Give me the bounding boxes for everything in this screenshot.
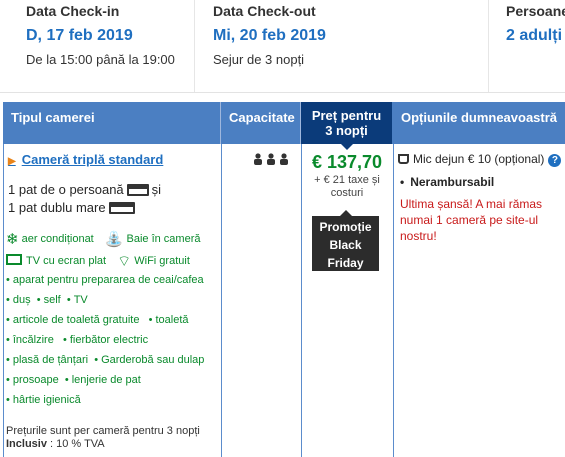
amenity-item: toaletă [155,314,189,326]
amenity-item: încălzire [12,334,54,346]
header-capacity-label: Capacitate [229,110,295,125]
guests-value[interactable]: 2 adulți [506,27,565,45]
price-note: Prețurile sunt per cameră pentru 3 nopți… [6,425,200,451]
refund-policy: • Nerambursabil [400,175,495,189]
snowflake-icon: ❄ [6,231,19,248]
guests-block: Persoane 2 adulți [506,0,565,45]
bed-single-label: 1 pat de o persoană [8,182,124,197]
room-name-link[interactable]: ▶ Cameră triplă standard [8,152,163,167]
amenity-item: hârtie igienică [12,394,81,406]
vat-value: : 10 % TVA [46,438,105,450]
amenity-item: TV [73,294,88,306]
price-tax: + € 21 taxe și costuri [303,174,391,200]
help-icon[interactable]: ? [548,154,562,167]
column-divider [221,144,222,457]
bed-icon [108,202,135,214]
promo-line3: Friday [327,256,364,270]
amenity-item: prosoape [12,374,59,386]
amenity-row: • aparat pentru prepararea de ceai/cafea [6,274,204,286]
checkout-label: Data Check-out [213,3,316,19]
bed-icon [126,184,149,196]
promo-notch [339,210,352,216]
tv-icon [6,254,22,265]
checkin-date[interactable]: D, 17 feb 2019 [26,27,175,45]
vat-label: Inclusiv [6,438,47,450]
wifi-icon: ⌔ [117,253,132,270]
facility-tv: TV cu ecran plat [26,255,107,267]
header-price-line1: Preț pentru [311,108,382,123]
column-divider [393,144,394,457]
checkout-date[interactable]: Mi, 20 feb 2019 [213,27,326,45]
price-note-text: Prețurile sunt per cameră pentru 3 nopți [6,425,200,437]
facility-row: ❄ aer condiționat ⛲ Baie în cameră [6,230,200,248]
divider [488,0,489,92]
amenity-row: • prosoape • lenjerie de pat [6,374,141,386]
booking-summary: Data Check-in D, 17 feb 2019 De la 15:00… [0,0,565,93]
three-persons-icon [254,153,288,165]
header-room-type-label: Tipul camerei [11,110,95,125]
checkout-block: Data Check-out Mi, 20 feb 2019 Sejur de … [213,0,326,67]
header-room-type: Tipul camerei [3,102,221,144]
amenity-item: duș [12,294,31,306]
amenity-item: fierbător electric [69,334,149,346]
header-options-label: Opțiunile dumneavoastră [401,110,558,125]
amenity-item: plasă de țânțari [12,354,89,366]
vat-note: Inclusiv : 10 % TVA [6,438,200,451]
guests-label: Persoane [506,3,565,19]
amenity-row: • plasă de țânțari • Garderobă sau dulap [6,354,205,366]
amenity-item: Garderobă sau dulap [101,354,205,366]
amenity-row: • duș • self • TV [6,294,88,306]
header-options: Opțiunile dumneavoastră [393,102,565,144]
amenity-item: self [43,294,61,306]
bed-double-label: 1 pat dublu mare [8,200,106,215]
amenity-row: • articole de toaletă gratuite • toaletă [6,314,189,326]
caret-right-icon: ▶ [8,156,16,167]
header-capacity: Capacitate [221,102,301,144]
header-price-line2: 3 nopți [325,123,368,138]
amenity-row: • hârtie igienică [6,394,81,406]
bed-single: 1 pat de o persoană și [8,182,161,197]
price-block: € 137,70 + € 21 taxe și costuri [303,152,391,200]
amenity-item: articole de toaletă gratuite [12,314,140,326]
checkin-block: Data Check-in D, 17 feb 2019 De la 15:00… [26,0,175,67]
shower-icon: ⛲ [104,231,124,248]
facility-aircon: aer condiționat [21,233,94,245]
price-value: € 137,70 [311,152,383,172]
room-name[interactable]: Cameră triplă standard [22,152,164,167]
column-divider [301,144,302,457]
amenity-row: • încălzire • fierbător electric [6,334,149,346]
promo-line1: Promoție [319,220,372,234]
divider [194,0,195,92]
checkin-label: Data Check-in [26,3,120,19]
breakfast-option: Mic dejun € 10 (opțional)? [398,152,562,167]
capacity-person-icon [253,152,291,168]
coffee-cup-icon [398,154,409,164]
price-tax-line2: costuri [330,187,364,199]
facility-row: TV cu ecran plat ⌔ WiFi gratuit [6,252,190,271]
room-table-header: Tipul camerei Capacitate Preț pentru 3 n… [3,102,565,150]
checkin-time: De la 15:00 până la 19:00 [26,52,175,67]
scarcity-warning: Ultima șansă! A mai rămas numai 1 cameră… [400,197,543,243]
amenity-item: aparat pentru prepararea de ceai/cafea [12,274,204,286]
facility-bathroom: Baie în cameră [126,233,201,245]
promo-line2: Black [329,238,362,252]
price-tax-line1: + € 21 taxe și [314,174,380,186]
facility-wifi: WiFi gratuit [134,255,190,267]
header-price: Preț pentru 3 nopți [301,102,392,150]
promo-badge: Promoție Black Friday [312,210,379,271]
bed-double: 1 pat dublu mare [8,200,138,215]
breakfast-label: Mic dejun € 10 (opțional) [413,152,545,166]
refund-label: Nerambursabil [410,175,495,189]
stay-length: Sejur de 3 nopți [213,52,305,67]
amenity-item: lenjerie de pat [71,374,141,386]
bed-and-label: și [151,182,162,197]
